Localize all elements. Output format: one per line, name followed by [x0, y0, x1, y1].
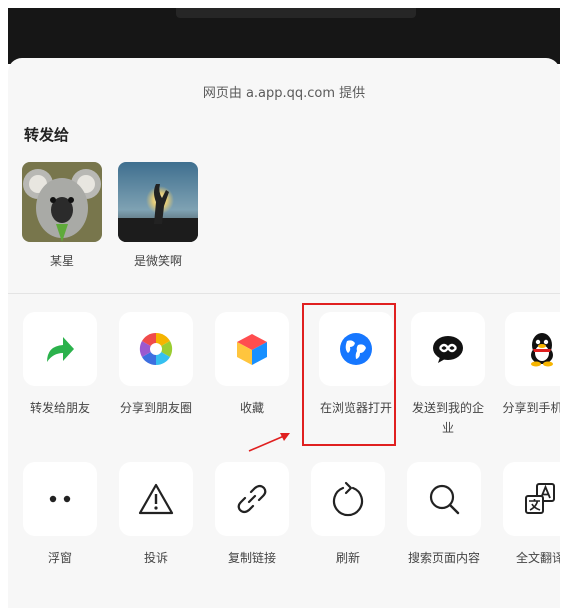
qq-penguin-icon: [531, 333, 553, 367]
sunset-hand-photo: [118, 162, 198, 242]
section-divider: [8, 293, 560, 294]
copy-link-button[interactable]: 复制链接: [206, 462, 298, 568]
moments-shutter-icon: [139, 332, 173, 366]
tile-label: 分享到手机QQ: [502, 401, 560, 415]
contact-avatar: [22, 162, 102, 242]
share-to-moments-button[interactable]: 分享到朋友圈: [110, 312, 202, 418]
provider-text: 网页由 a.app.qq.com 提供: [202, 86, 366, 101]
tile-label: 全文翻译: [515, 551, 560, 565]
tile-label: 浮窗: [47, 551, 72, 565]
koala-photo: [22, 162, 102, 242]
search-icon: [429, 484, 460, 515]
tile-label: 刷新: [335, 551, 360, 565]
float-window-icon: [49, 495, 71, 503]
tile-label: 收藏: [239, 401, 264, 415]
wecom-icon: [433, 336, 463, 363]
background-page-fragment: [176, 8, 416, 18]
forward-to-friend-button[interactable]: 转发给朋友: [14, 312, 106, 418]
contact-item[interactable]: 某星: [22, 162, 102, 269]
tile-label: 投诉: [143, 551, 168, 565]
tile-label: 搜索页面内容: [407, 551, 480, 565]
complain-button[interactable]: 投诉: [110, 462, 202, 568]
favorites-cube-icon: [237, 334, 267, 365]
translate-icon: [525, 483, 555, 514]
tile-label: 转发给朋友: [29, 401, 90, 415]
contact-name: 是微笑啊: [133, 254, 182, 268]
link-icon: [237, 484, 267, 514]
tile-label: 复制链接: [227, 551, 276, 565]
highlight-box-open-in-browser: [302, 303, 396, 446]
contact-item[interactable]: 是微笑啊: [118, 162, 198, 269]
search-page-button[interactable]: 搜索页面内容: [398, 462, 490, 568]
contact-name: 某星: [49, 254, 74, 268]
refresh-icon: [332, 481, 364, 517]
refresh-button[interactable]: 刷新: [302, 462, 394, 568]
share-to-title: 转发给: [24, 126, 70, 144]
share-to-qq-button[interactable]: 分享到手机QQ: [496, 312, 560, 418]
favorites-button[interactable]: 收藏: [206, 312, 298, 418]
warning-icon: [138, 483, 174, 515]
annotation-arrow: [248, 433, 290, 452]
translate-button[interactable]: 全文翻译: [494, 462, 560, 568]
send-to-enterprise-button[interactable]: 发送到我的企业: [402, 312, 494, 438]
tile-label: 发送到我的企业: [411, 401, 484, 435]
tile-label: 分享到朋友圈: [119, 401, 192, 415]
contact-avatar: [118, 162, 198, 242]
float-window-button[interactable]: 浮窗: [14, 462, 106, 568]
share-action-sheet: 网页由 a.app.qq.com 提供 转发给 某星 是微笑啊 转发给朋友 分享…: [8, 58, 560, 608]
forward-arrow-icon: [47, 337, 74, 362]
background-page-header: [8, 8, 560, 64]
